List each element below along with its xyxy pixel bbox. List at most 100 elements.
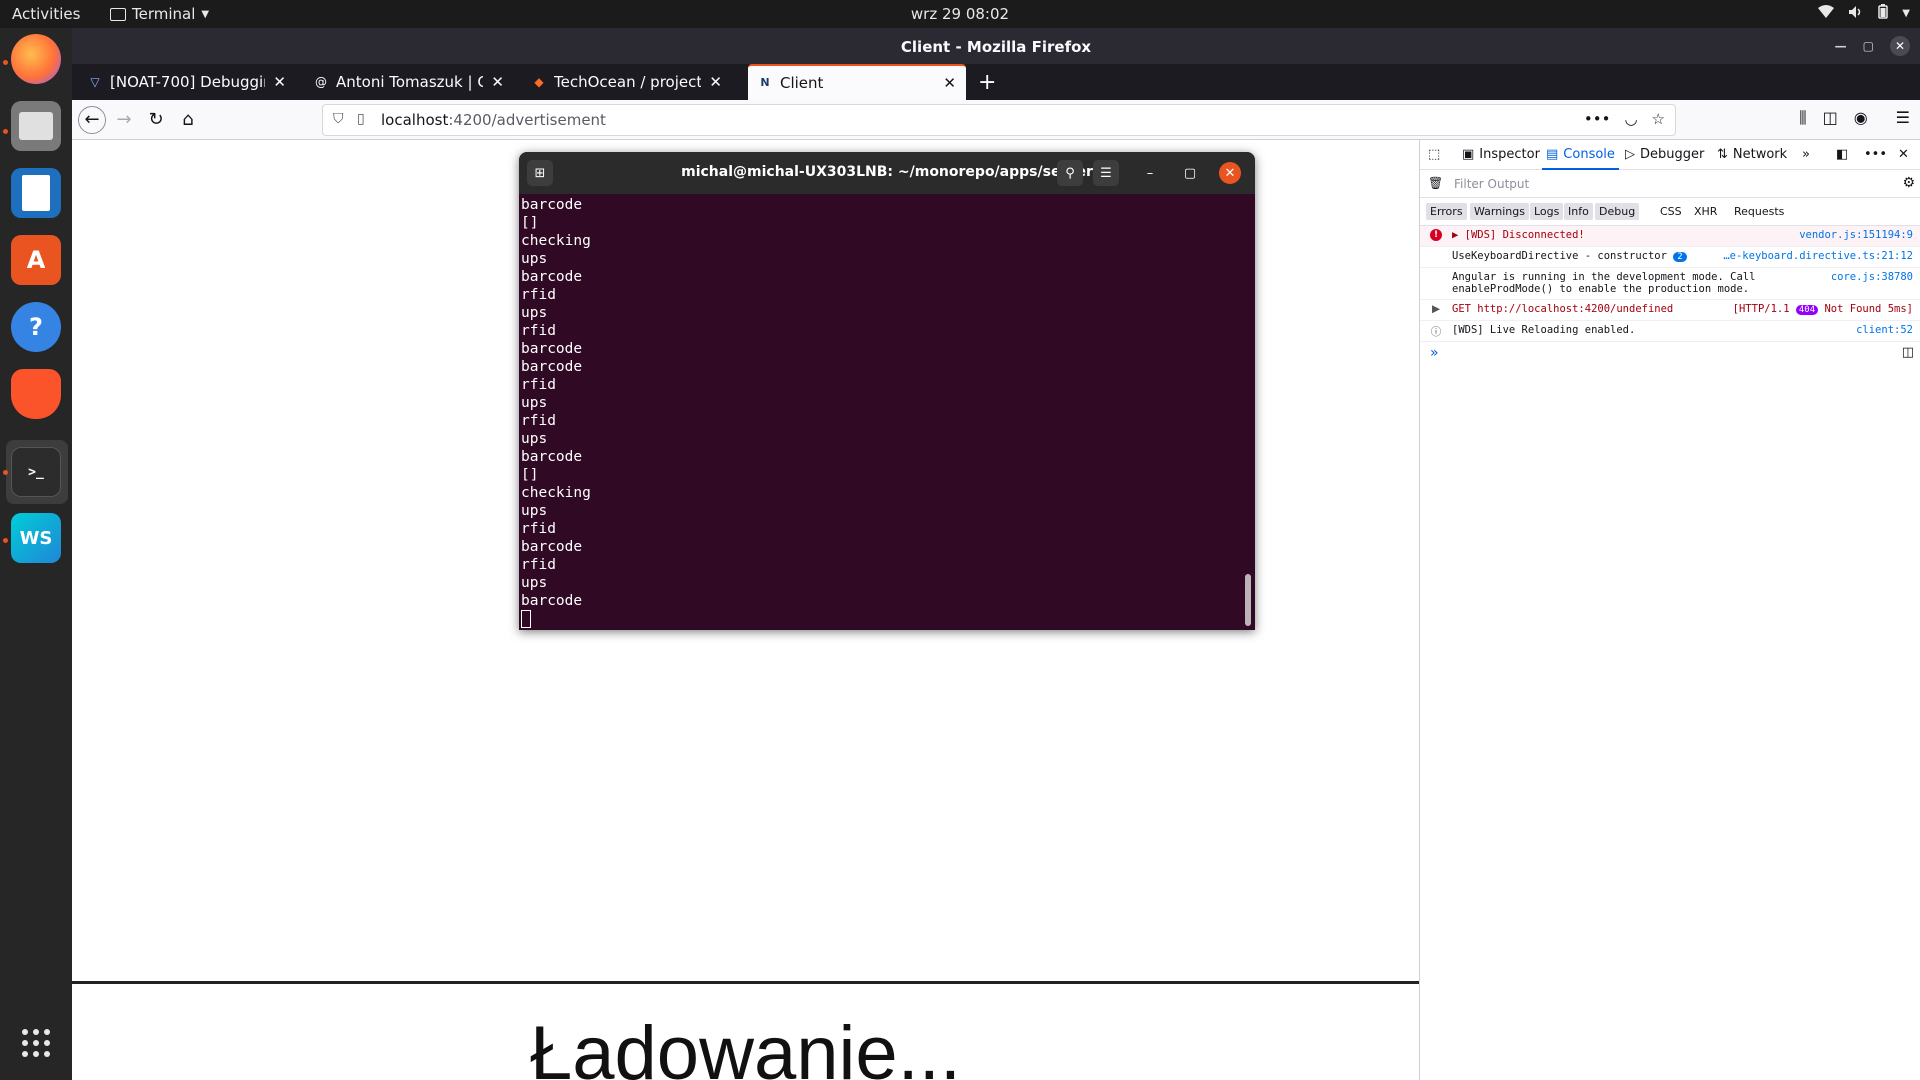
- tab-debugger[interactable]: ▷ Debugger: [1625, 147, 1704, 162]
- console-row-error[interactable]: ! ▶ [WDS] Disconnected! vendor.js:151194…: [1420, 226, 1920, 247]
- url-bar[interactable]: ⛉ ▯ localhost:4200/advertisement ••• ◡ ☆: [322, 104, 1676, 136]
- log-source-link[interactable]: vendor.js:151194:9: [1799, 229, 1913, 241]
- libreoffice-writer-icon[interactable]: [11, 168, 61, 218]
- minimize-button[interactable]: —: [1835, 39, 1847, 53]
- console-row-info[interactable]: ⓘ [WDS] Live Reloading enabled. client:5…: [1420, 321, 1920, 342]
- tab-noat-700[interactable]: ▽ [NOAT-700] Debugging f ✕: [78, 66, 296, 98]
- account-icon[interactable]: ◉: [1854, 108, 1868, 128]
- bookmark-star-icon[interactable]: ☆: [1652, 110, 1665, 128]
- firefox-icon[interactable]: [11, 34, 61, 84]
- console-prompt-icon[interactable]: »: [1430, 345, 1439, 361]
- log-message: Angular is running in the development mo…: [1452, 271, 1756, 295]
- log-source-link[interactable]: core.js:38780: [1831, 271, 1913, 283]
- system-tray[interactable]: ▼: [1818, 4, 1910, 23]
- angular-icon: N: [760, 76, 770, 89]
- status-code-badge: 404: [1795, 305, 1819, 315]
- trash-icon[interactable]: 🗑: [1428, 176, 1443, 190]
- sidebar-icon[interactable]: ◫: [1823, 108, 1838, 128]
- tab-network[interactable]: ⇅ Network: [1717, 147, 1787, 162]
- tab-label: Console: [1563, 147, 1615, 162]
- close-devtools-icon[interactable]: ✕: [1898, 147, 1909, 162]
- expand-triangle-icon[interactable]: ▶: [1430, 303, 1442, 315]
- filter-logs[interactable]: Logs: [1530, 203, 1564, 220]
- close-tab-icon[interactable]: ✕: [491, 73, 504, 91]
- filter-input[interactable]: Filter Output: [1454, 177, 1529, 191]
- files-icon[interactable]: [11, 101, 61, 151]
- page-icon: ▯: [357, 111, 365, 127]
- url-actions: ••• ◡ ☆: [1584, 110, 1665, 128]
- maximize-button[interactable]: ▢: [1177, 160, 1203, 186]
- filter-xhr[interactable]: XHR: [1690, 203, 1721, 220]
- console-row-log[interactable]: UseKeyboardDirective - constructor 2 …e-…: [1420, 247, 1920, 268]
- hamburger-menu-icon[interactable]: ☰: [1093, 160, 1119, 186]
- shield-icon[interactable]: ⛉: [333, 111, 344, 127]
- back-button[interactable]: ←: [78, 106, 106, 134]
- console-filter-bar: 🗑 Filter Output ⚙: [1420, 170, 1920, 198]
- dock-icon[interactable]: ◧: [1836, 147, 1848, 162]
- webstorm-icon[interactable]: WS: [11, 513, 61, 563]
- terminal-output[interactable]: barcode [] checking ups barcode rfid ups rfid ba…: [519, 196, 1255, 630]
- show-apps-icon[interactable]: [11, 1018, 61, 1068]
- gnome-top-bar: Activities Terminal ▼ wrz 29 08:02 ▼: [0, 0, 1920, 28]
- terminal-line: ups: [521, 251, 548, 267]
- tab-techocean[interactable]: ◆ TechOcean / project / RF ✕: [522, 66, 732, 98]
- maximize-button[interactable]: ▢: [1863, 39, 1874, 53]
- filter-debug[interactable]: Debug: [1595, 203, 1640, 220]
- page-actions-icon[interactable]: •••: [1584, 110, 1611, 128]
- filter-warnings[interactable]: Warnings: [1470, 203, 1529, 220]
- forward-button[interactable]: →: [112, 108, 136, 132]
- close-tab-icon[interactable]: ✕: [943, 74, 956, 92]
- close-tab-icon[interactable]: ✕: [709, 73, 722, 91]
- filter-info[interactable]: Info: [1564, 203, 1593, 220]
- tab-inspector[interactable]: ▣ Inspector: [1462, 147, 1540, 162]
- scrollbar[interactable]: [1245, 574, 1251, 626]
- terminal-line: barcode: [521, 197, 583, 213]
- reload-button[interactable]: ↻: [144, 108, 168, 132]
- close-window-button[interactable]: ✕: [1219, 162, 1241, 184]
- editor-mode-icon[interactable]: ◫: [1902, 345, 1914, 360]
- terminal-line: ups: [521, 395, 548, 411]
- log-source-link[interactable]: …e-keyboard.directive.ts:21:12: [1723, 250, 1913, 262]
- window-titlebar[interactable]: Client - Mozilla Firefox — ▢ ✕: [72, 28, 1920, 64]
- tab-czat[interactable]: @ Antoni Tomaszuk | Czat | ✕: [304, 66, 514, 98]
- network-status: [HTTP/1.1 404 Not Found 5ms]: [1733, 303, 1913, 315]
- search-icon[interactable]: ⚲: [1057, 160, 1083, 186]
- library-icon[interactable]: ⫼: [1799, 108, 1806, 128]
- terminal-line: checking: [521, 233, 591, 249]
- console-row-network-error[interactable]: ▶ GET http://localhost:4200/undefined [H…: [1420, 300, 1920, 321]
- pick-element-icon[interactable]: ⬚: [1428, 147, 1440, 162]
- brave-icon[interactable]: [11, 369, 61, 419]
- new-tab-button[interactable]: +: [978, 70, 996, 95]
- terminal-line: []: [521, 215, 539, 231]
- hamburger-menu-icon[interactable]: ☰: [1896, 108, 1910, 128]
- devtools-panel: ⬚ ▣ Inspector ▤ Console ▷ Debugger ⇅ Network…: [1419, 140, 1920, 1080]
- pocket-icon[interactable]: ◡: [1624, 110, 1637, 128]
- console-row-log[interactable]: Angular is running in the development mo…: [1420, 268, 1920, 300]
- running-indicator: [3, 60, 8, 65]
- filter-errors[interactable]: Errors: [1426, 203, 1467, 220]
- tab-label: Network: [1732, 147, 1788, 162]
- status-suffix: Not Found 5ms]: [1824, 303, 1913, 315]
- wifi-icon: [1818, 4, 1835, 23]
- filter-requests[interactable]: Requests: [1730, 203, 1788, 220]
- cursor: [521, 610, 531, 628]
- software-center-icon[interactable]: A: [11, 235, 61, 285]
- close-window-button[interactable]: ✕: [1890, 36, 1910, 56]
- tab-console[interactable]: ▤ Console: [1542, 147, 1619, 170]
- more-tabs-icon[interactable]: »: [1802, 147, 1810, 162]
- settings-gear-icon[interactable]: ⚙: [1902, 175, 1915, 191]
- help-icon[interactable]: ?: [11, 302, 61, 352]
- devtools-menu-icon[interactable]: •••: [1864, 147, 1887, 162]
- terminal-headerbar[interactable]: ⊞ michal@michal-UX303LNB: ~/monorepo/app…: [519, 152, 1255, 194]
- terminal-icon[interactable]: >_: [11, 447, 61, 497]
- minimize-button[interactable]: –: [1137, 160, 1163, 186]
- log-text: UseKeyboardDirective - constructor: [1452, 250, 1667, 262]
- filter-css[interactable]: CSS: [1656, 203, 1686, 220]
- tab-label: Client: [780, 74, 824, 92]
- log-source-link[interactable]: client:52: [1856, 324, 1913, 336]
- close-tab-icon[interactable]: ✕: [273, 73, 286, 91]
- home-button[interactable]: ⌂: [176, 108, 200, 132]
- url-text[interactable]: localhost:4200/advertisement: [381, 111, 606, 129]
- clock[interactable]: wrz 29 08:02: [0, 5, 1920, 23]
- tab-client[interactable]: N Client ✕: [748, 64, 966, 100]
